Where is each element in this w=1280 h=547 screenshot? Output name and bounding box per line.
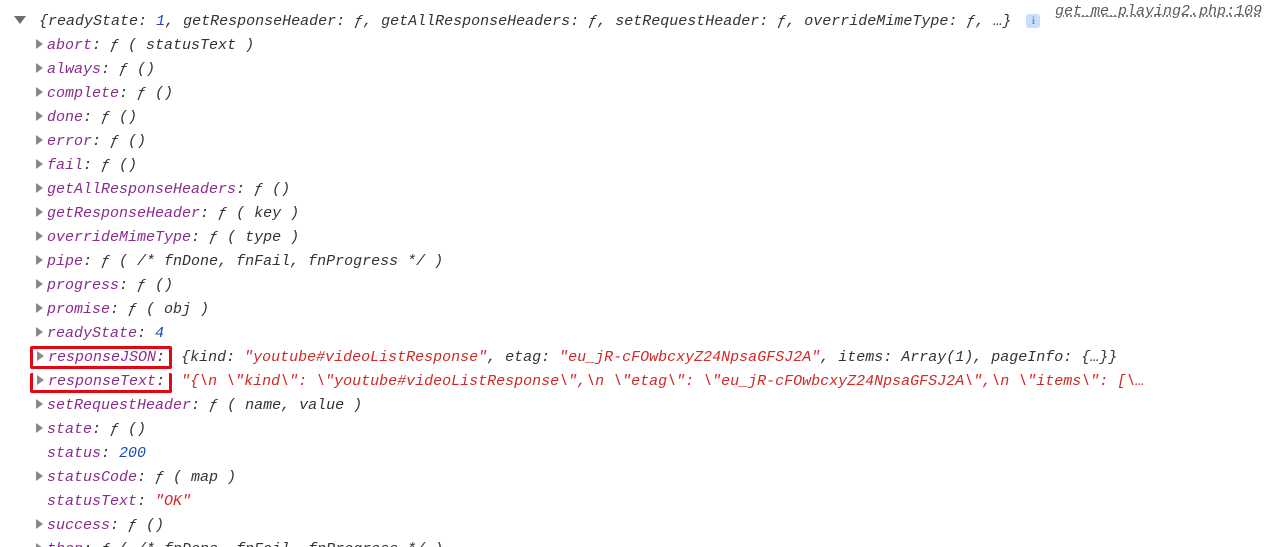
caret-right-icon[interactable]	[36, 543, 43, 547]
property-row-state[interactable]: state: ƒ ()	[14, 418, 1280, 442]
function-value: ƒ ()	[101, 109, 137, 126]
function-value: ƒ ()	[128, 517, 164, 534]
property-key: success	[47, 517, 110, 534]
caret-right-icon[interactable]	[36, 327, 43, 337]
property-key: statusCode	[47, 469, 137, 486]
property-row-promise[interactable]: promise: ƒ ( obj )	[14, 298, 1280, 322]
property-row-statusCode[interactable]: statusCode: ƒ ( map )	[14, 466, 1280, 490]
property-key: pipe	[47, 253, 83, 270]
object-preview: {kind: "youtube#videoListResponse", etag…	[181, 349, 1117, 366]
caret-right-icon[interactable]	[36, 231, 43, 241]
caret-down-icon[interactable]	[14, 16, 26, 24]
property-key: statusText	[47, 493, 137, 510]
object-properties: abort: ƒ ( statusText )always: ƒ ()compl…	[14, 34, 1280, 547]
property-key: overrideMimeType	[47, 229, 191, 246]
function-value: ƒ ()	[110, 133, 146, 150]
function-value: ƒ ()	[119, 61, 155, 78]
property-key: abort	[47, 37, 92, 54]
caret-right-icon[interactable]	[36, 135, 43, 145]
property-row-then[interactable]: then: ƒ ( /* fnDone, fnFail, fnProgress …	[14, 538, 1280, 547]
function-value: ƒ ()	[254, 181, 290, 198]
function-value: ƒ ( statusText )	[110, 37, 254, 54]
property-key: getResponseHeader	[47, 205, 200, 222]
property-row-progress[interactable]: progress: ƒ ()	[14, 274, 1280, 298]
function-value: ƒ ( /* fnDone, fnFail, fnProgress */ )	[101, 541, 443, 547]
property-row-done[interactable]: done: ƒ ()	[14, 106, 1280, 130]
property-row-error[interactable]: error: ƒ ()	[14, 130, 1280, 154]
string-value: "{\n \"kind\": \"youtube#videoListRespon…	[181, 373, 1144, 390]
property-key: promise	[47, 301, 110, 318]
property-key: readyState	[47, 325, 137, 342]
caret-right-icon[interactable]	[36, 399, 43, 409]
caret-right-icon[interactable]	[36, 207, 43, 217]
property-key: getAllResponseHeaders	[47, 181, 236, 198]
function-value: ƒ ( /* fnDone, fnFail, fnProgress */ )	[101, 253, 443, 270]
caret-right-icon[interactable]	[36, 519, 43, 529]
number-value: 4	[155, 325, 164, 342]
function-value: ƒ ()	[137, 85, 173, 102]
property-key: status	[47, 445, 101, 462]
source-link-text: get_me_playing2.php:109	[1055, 3, 1262, 20]
caret-right-icon[interactable]	[36, 303, 43, 313]
property-row-status[interactable]: status: 200	[14, 442, 1280, 466]
caret-right-icon[interactable]	[36, 279, 43, 289]
caret-right-icon[interactable]	[36, 111, 43, 121]
string-value: "OK"	[155, 493, 191, 510]
property-key: error	[47, 133, 92, 150]
property-row-setRequestHeader[interactable]: setRequestHeader: ƒ ( name, value )	[14, 394, 1280, 418]
caret-right-icon[interactable]	[36, 39, 43, 49]
function-value: ƒ ( obj )	[128, 301, 209, 318]
function-value: ƒ ( type )	[209, 229, 299, 246]
object-summary: {readyState: 1, getResponseHeader: ƒ, ge…	[39, 13, 1011, 30]
property-key: done	[47, 109, 83, 126]
property-row-complete[interactable]: complete: ƒ ()	[14, 82, 1280, 106]
caret-right-icon[interactable]	[37, 375, 44, 385]
property-key: then	[47, 541, 83, 547]
property-key: always	[47, 61, 101, 78]
function-value: ƒ ()	[137, 277, 173, 294]
caret-right-icon[interactable]	[36, 183, 43, 193]
property-key: fail	[47, 157, 83, 174]
property-row-fail[interactable]: fail: ƒ ()	[14, 154, 1280, 178]
property-row-overrideMimeType[interactable]: overrideMimeType: ƒ ( type )	[14, 226, 1280, 250]
property-key: complete	[47, 85, 119, 102]
caret-right-icon[interactable]	[36, 471, 43, 481]
caret-right-icon[interactable]	[36, 87, 43, 97]
number-value: 200	[119, 445, 146, 462]
console-object: {readyState: 1, getResponseHeader: ƒ, ge…	[0, 0, 1280, 547]
function-value: ƒ ( map )	[155, 469, 236, 486]
caret-right-icon[interactable]	[36, 423, 43, 433]
info-icon[interactable]: i	[1026, 14, 1040, 28]
function-value: ƒ ()	[101, 157, 137, 174]
property-key: setRequestHeader	[47, 397, 191, 414]
function-value: ƒ ( name, value )	[209, 397, 362, 414]
caret-right-icon[interactable]	[36, 255, 43, 265]
property-row-responseText[interactable]: responseText: "{\n \"kind\": \"youtube#v…	[14, 370, 1280, 394]
function-value: ƒ ()	[110, 421, 146, 438]
property-row-abort[interactable]: abort: ƒ ( statusText )	[14, 34, 1280, 58]
caret-right-icon[interactable]	[36, 159, 43, 169]
property-key: state	[47, 421, 92, 438]
highlighted-key: responseText:	[30, 373, 172, 393]
property-row-always[interactable]: always: ƒ ()	[14, 58, 1280, 82]
source-link[interactable]: get_me_playing2.php:109	[1055, 0, 1262, 24]
property-row-statusText[interactable]: statusText: "OK"	[14, 490, 1280, 514]
property-row-readyState[interactable]: readyState: 4	[14, 322, 1280, 346]
caret-right-icon[interactable]	[37, 351, 44, 361]
property-row-getAllResponseHeaders[interactable]: getAllResponseHeaders: ƒ ()	[14, 178, 1280, 202]
property-row-success[interactable]: success: ƒ ()	[14, 514, 1280, 538]
function-value: ƒ ( key )	[218, 205, 299, 222]
caret-right-icon[interactable]	[36, 63, 43, 73]
property-row-pipe[interactable]: pipe: ƒ ( /* fnDone, fnFail, fnProgress …	[14, 250, 1280, 274]
property-key: progress	[47, 277, 119, 294]
highlighted-key: responseJSON:	[30, 346, 172, 369]
property-row-getResponseHeader[interactable]: getResponseHeader: ƒ ( key )	[14, 202, 1280, 226]
property-row-responseJSON[interactable]: responseJSON: {kind: "youtube#videoListR…	[14, 346, 1280, 370]
